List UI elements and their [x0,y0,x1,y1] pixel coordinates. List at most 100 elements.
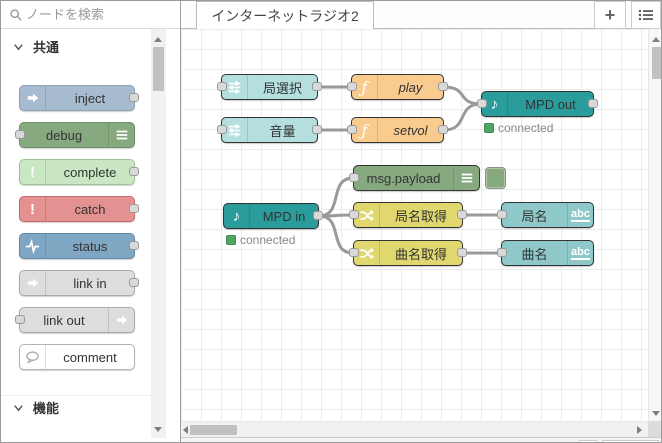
flow-node-station-name[interactable]: 局名 abc [501,202,594,228]
link-arrow-icon [108,308,134,332]
comment-bubble-icon [20,345,46,369]
palette-node-link-in[interactable]: link in [19,270,135,296]
input-port[interactable] [477,99,487,108]
flow-node-station-select[interactable]: 局選択 [221,74,318,100]
search-input[interactable] [26,3,146,26]
node-label: msg.payload [354,171,453,186]
category-label: 共通 [33,37,59,56]
scrollbar-thumb[interactable] [153,47,164,91]
inject-arrow-icon [20,86,46,110]
output-port[interactable] [312,125,322,134]
wire[interactable] [319,216,353,253]
output-port[interactable] [129,241,139,250]
palette-node-status[interactable]: status [19,233,135,259]
debug-enable-toggle[interactable] [485,167,506,189]
output-port[interactable] [438,125,448,134]
flow-node-play[interactable]: ƒ play [351,74,444,100]
status-text: connected [498,121,553,135]
input-port[interactable] [15,315,25,324]
output-port[interactable] [457,248,467,257]
output-port[interactable] [457,210,467,219]
debug-list-icon [108,123,134,147]
plus-icon: + [605,5,616,26]
flow-node-mpd-in[interactable]: ♪ MPD in connected [223,203,319,229]
workspace: インターネットラジオ2 + [181,1,662,443]
palette-node-label: link out [20,313,108,328]
scroll-up-arrow[interactable] [652,37,660,42]
category-label: 機能 [33,398,59,417]
scroll-left-arrow[interactable] [183,426,188,434]
output-port[interactable] [129,167,139,176]
output-port[interactable] [129,93,139,102]
input-port[interactable] [347,82,357,91]
output-port[interactable] [312,82,322,91]
list-menu-icon [638,8,654,22]
palette-node-comment[interactable]: comment [19,344,135,370]
output-port[interactable] [129,204,139,213]
node-red-window: 共通 inject debug ! complete [0,0,662,443]
palette-node-label: catch [46,202,134,217]
wire[interactable] [319,178,353,216]
scrollbar-thumb[interactable] [652,47,662,79]
flow-node-song-name[interactable]: 曲名 abc [501,240,594,266]
chevron-down-icon [13,402,24,413]
scrollbar-thumb[interactable] [190,425,237,435]
flow-list-button[interactable] [631,1,661,29]
node-status: connected [484,121,553,135]
palette-category-function[interactable]: 機能 [1,395,151,419]
palette-node-link-out[interactable]: link out [19,307,135,333]
wire[interactable] [444,104,481,130]
palette-node-inject[interactable]: inject [19,85,135,111]
node-label: 音量 [248,121,317,140]
flow-canvas[interactable]: 局選択 音量 ƒ play [181,29,648,421]
input-port[interactable] [347,125,357,134]
scroll-down-arrow[interactable] [652,411,660,416]
input-port[interactable] [217,82,227,91]
node-label: 曲名取得 [380,244,462,263]
flow-node-msg-payload[interactable]: msg.payload [353,165,480,191]
scroll-up-arrow[interactable] [154,37,162,42]
palette-scrollbar [151,29,166,438]
output-port[interactable] [588,99,598,108]
input-port[interactable] [217,125,227,134]
palette-category-common[interactable]: 共通 [1,34,151,58]
output-port[interactable] [129,278,139,287]
palette-search [1,1,181,29]
canvas-horizontal-scrollbar [181,421,648,437]
input-port[interactable] [15,130,25,139]
flow-node-get-song-name[interactable]: 曲名取得 [353,240,463,266]
tab-label: インターネットラジオ2 [211,6,359,26]
input-port[interactable] [497,248,507,257]
scroll-down-arrow[interactable] [154,427,162,432]
palette-node-complete[interactable]: ! complete [19,159,135,185]
pulse-icon [20,234,46,258]
input-port[interactable] [349,173,359,182]
flow-node-mpd-out[interactable]: ♪ MPD out connected [481,91,594,117]
flow-node-get-station-name[interactable]: 局名取得 [353,202,463,228]
node-status: connected [226,233,295,247]
workspace-footer [181,437,662,443]
palette-node-label: complete [46,165,134,180]
tab-internet-radio-2[interactable]: インターネットラジオ2 [196,1,374,29]
input-port[interactable] [349,210,359,219]
palette-node-label: status [46,239,134,254]
input-port[interactable] [497,210,507,219]
palette-node-catch[interactable]: ! catch [19,196,135,222]
chevron-down-icon [13,41,24,52]
input-port[interactable] [349,248,359,257]
palette-node-label: inject [46,91,134,106]
link-arrow-icon [20,271,46,295]
add-flow-button[interactable]: + [594,1,626,29]
music-note-icon: ♪ [224,204,250,228]
scroll-right-arrow[interactable] [637,426,642,434]
output-port[interactable] [438,82,448,91]
node-label: MPD out [508,97,593,112]
wire[interactable] [444,87,481,104]
flow-node-setvol[interactable]: ƒ setvol [351,117,444,143]
palette-node-debug[interactable]: debug [19,122,135,148]
debug-list-icon [453,166,479,190]
abc-text-icon: abc [567,241,593,265]
output-port[interactable] [313,211,323,220]
flow-node-volume[interactable]: 音量 [221,117,318,143]
node-label: 局名取得 [380,206,462,225]
